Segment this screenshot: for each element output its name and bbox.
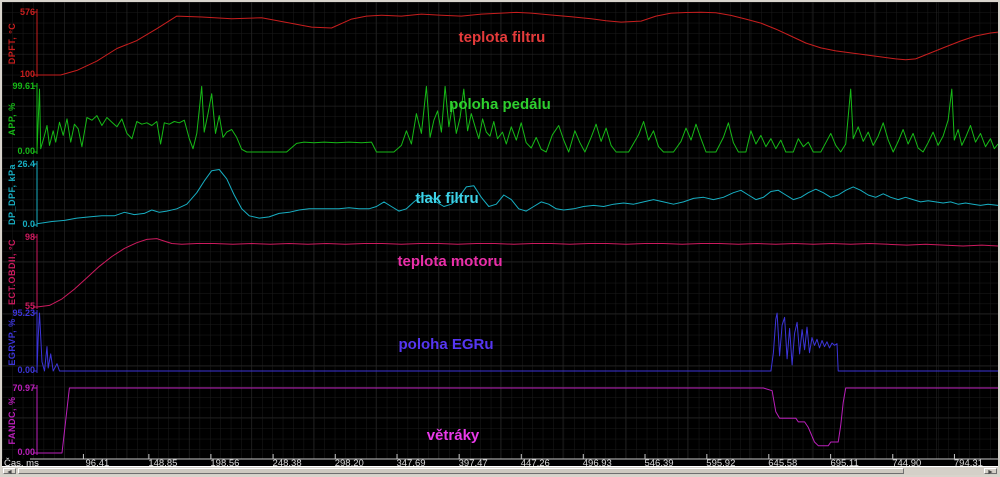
fandc-axis-name: FANDC, % (7, 396, 17, 444)
dp_dpf-max-value: 26.4 (17, 159, 35, 169)
scroll-left-button[interactable]: ◄ (3, 468, 16, 474)
x-tick-label: 347.69 (396, 458, 425, 466)
ect-axis-name: ECT.OBDII, °C (7, 239, 17, 305)
dpft-max-value: 576 (20, 7, 35, 17)
dp_dpf-curve-label: tlak filtru (415, 190, 478, 207)
dp_dpf-axis-name: DP_DPF, kPa (7, 163, 17, 225)
diagnostics-chart-window: 576 100DPFT, °C teplota filtru 99.61 0.00 APP… (0, 0, 1000, 477)
app-axis-name: APP, % (7, 102, 17, 135)
egrvp-max-value: 95.23 (12, 308, 35, 318)
app-max-value: 99.61 (12, 81, 35, 91)
ect-max-value: 98 (25, 232, 35, 242)
dpft-axis-name: DPFT, °C (7, 23, 17, 65)
x-tick-label: 496.93 (583, 458, 612, 466)
dpft-min-value: 100 (20, 69, 35, 79)
scrollbar-thumb[interactable] (18, 468, 904, 474)
x-tick-label: 148.85 (148, 458, 177, 466)
x-tick-label: 645.58 (768, 458, 797, 466)
dpft-curve-label: teplota filtru (459, 29, 546, 46)
horizontal-scrollbar[interactable]: ◄ ► (2, 466, 998, 475)
x-tick-label: 595.92 (706, 458, 735, 466)
x-tick-label: 744.90 (892, 458, 921, 466)
x-tick-label: 397.47 (459, 458, 488, 466)
x-tick-label: 447.26 (521, 458, 550, 466)
x-tick-label: 298.20 (335, 458, 364, 466)
egrvp-axis-name: EGRVP, % (7, 318, 17, 365)
fandc-curve-label: větráky (427, 427, 480, 444)
app-min-value: 0.00 (17, 146, 35, 156)
x-tick-label: 248.38 (273, 458, 302, 466)
ect-curve-label: teplota motoru (398, 253, 503, 270)
x-tick-label: 546.39 (644, 458, 673, 466)
fandc-min-value: 0.00 (17, 447, 35, 457)
chart-plot-area[interactable]: 576 100DPFT, °C teplota filtru 99.61 0.00 APP… (2, 2, 998, 466)
x-tick-label: 794.31 (954, 458, 983, 466)
x-axis-title: Čas, ms (4, 458, 39, 466)
app-curve-label: poloha pedálu (449, 96, 551, 113)
dp_dpf-min-value: 0.0 (22, 219, 35, 229)
scroll-right-button[interactable]: ► (984, 468, 997, 474)
x-tick-label: 198.56 (210, 458, 239, 466)
egrvp-curve-label: poloha EGRu (399, 336, 494, 353)
grid-major (2, 2, 998, 459)
x-tick-label: 695.11 (830, 458, 858, 466)
egrvp-min-value: 0.00 (17, 365, 35, 375)
fandc-max-value: 70.97 (12, 383, 35, 393)
x-tick-label: 96.41 (86, 458, 110, 466)
